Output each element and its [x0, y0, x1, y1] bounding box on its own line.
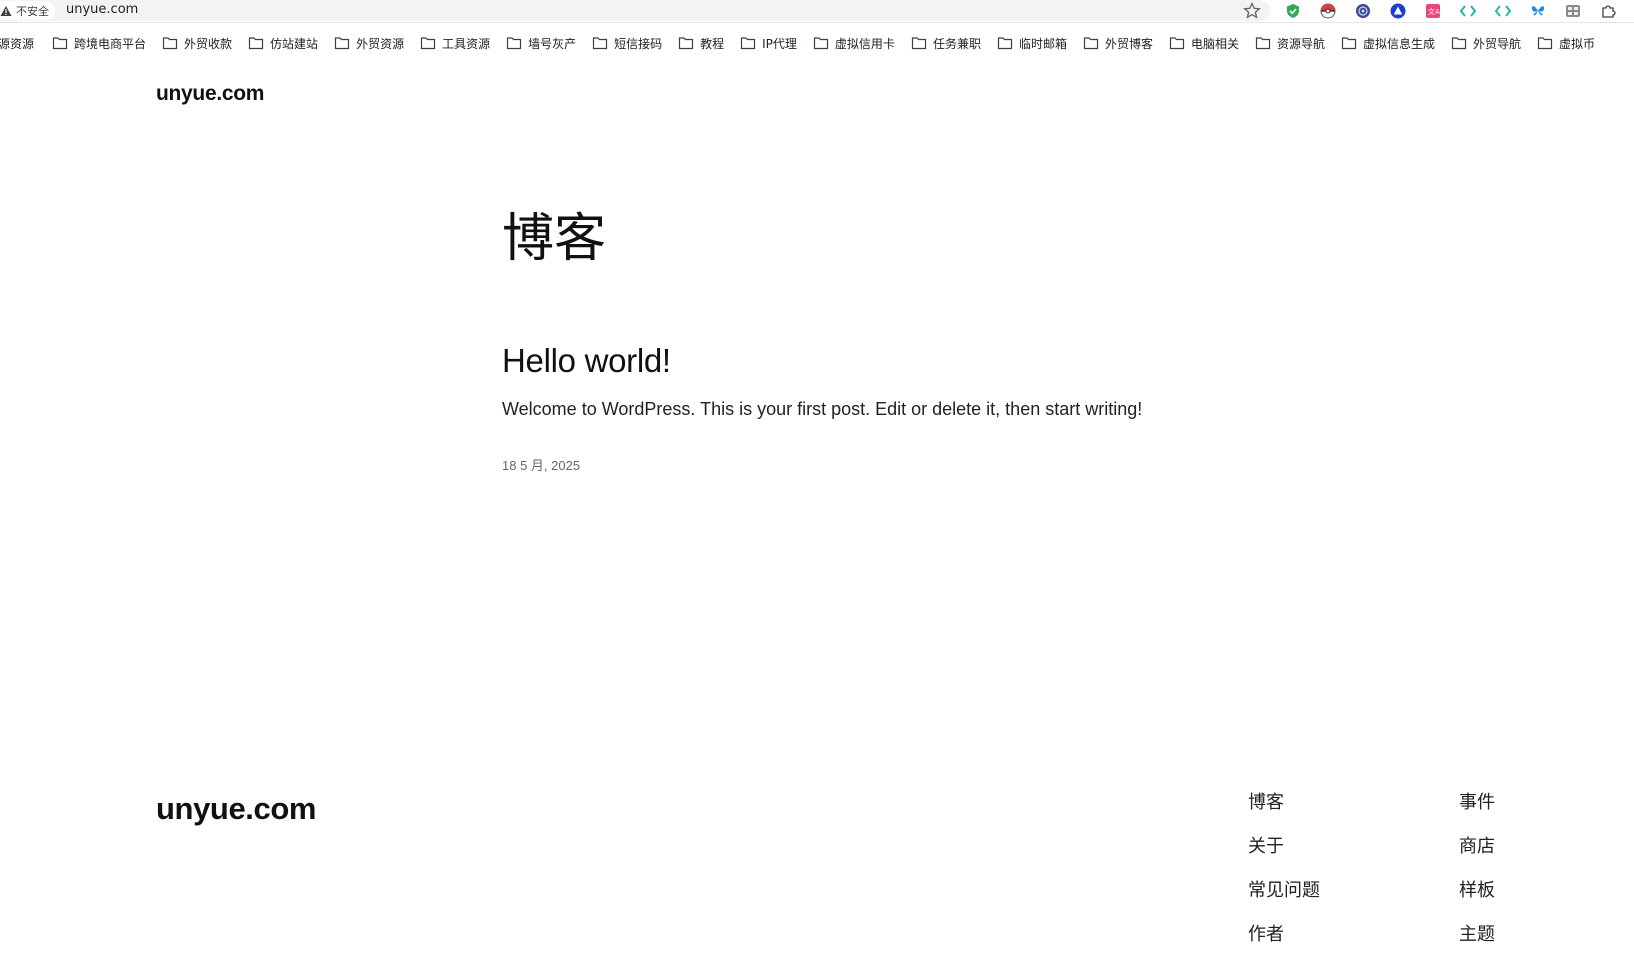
- site-title[interactable]: unyue.com: [156, 82, 264, 106]
- bookmark-label: 教程: [700, 36, 725, 51]
- bookmark-folder[interactable]: 工具资源: [420, 35, 490, 52]
- diamond-arrows-icon[interactable]: [1459, 2, 1477, 20]
- omnibox[interactable]: 不安全 unyue.com: [0, 0, 1270, 21]
- footer-link-events[interactable]: 事件: [1459, 792, 1495, 836]
- footer-link-themes[interactable]: 主题: [1459, 924, 1495, 968]
- footer-link-authors[interactable]: 作者: [1248, 924, 1320, 968]
- bookmark-folder[interactable]: 外贸收款: [162, 35, 232, 52]
- bookmark-folder[interactable]: 跨境电商平台: [52, 35, 146, 52]
- bookmark-label: 资源导航: [1277, 36, 1326, 51]
- extensions-bar: 文A: [1284, 0, 1634, 22]
- bookmark-folder[interactable]: 外贸导航: [1451, 35, 1521, 52]
- shield-check-icon[interactable]: [1284, 2, 1302, 20]
- bookmark-label: IP代理: [762, 36, 797, 51]
- bookmark-folder[interactable]: 虚拟信用卡: [813, 35, 895, 52]
- diamond-arrows-icon-2[interactable]: [1494, 2, 1512, 20]
- bookmark-label: 源资源: [0, 36, 35, 51]
- footer-link-about[interactable]: 关于: [1248, 836, 1320, 880]
- bookmark-folder[interactable]: 资源导航: [1255, 35, 1325, 52]
- butterfly-icon[interactable]: [1529, 2, 1547, 20]
- footer-link-faq[interactable]: 常见问题: [1248, 880, 1320, 924]
- post-title-link[interactable]: Hello world!: [502, 342, 671, 380]
- folder-icon: [334, 37, 350, 50]
- folder-icon: [52, 37, 68, 50]
- bookmark-folder[interactable]: 源资源: [0, 35, 34, 52]
- bookmark-folder[interactable]: 仿站建站: [248, 35, 318, 52]
- folder-icon: [1537, 37, 1553, 50]
- warning-icon: [0, 5, 12, 16]
- bookmark-label: 外贸收款: [184, 36, 233, 51]
- bookmark-label: 虚拟信用卡: [834, 36, 895, 51]
- bookmark-label: 外贸资源: [356, 36, 405, 51]
- folder-icon: [162, 37, 178, 50]
- folder-icon: [1451, 37, 1467, 50]
- globe-badge-icon[interactable]: [1354, 2, 1372, 20]
- folder-icon: [997, 37, 1013, 50]
- post-excerpt: Welcome to WordPress. This is your first…: [502, 399, 1143, 419]
- footer-link-blog[interactable]: 博客: [1248, 792, 1320, 836]
- folder-icon: [506, 37, 522, 50]
- page-title: 博客: [502, 209, 607, 269]
- folder-icon: [1169, 37, 1185, 50]
- bookmark-label: 外贸导航: [1473, 36, 1522, 51]
- footer-link-patterns[interactable]: 样板: [1459, 880, 1495, 924]
- security-chip[interactable]: 不安全: [0, 1, 55, 20]
- pokeball-icon[interactable]: [1319, 2, 1337, 20]
- folder-icon: [911, 37, 927, 50]
- post-date: 18 5 月, 2025: [502, 458, 581, 473]
- bookmark-folder[interactable]: 任务兼职: [911, 35, 981, 52]
- bookmark-label: 短信接码: [614, 36, 663, 51]
- folder-icon: [1083, 37, 1099, 50]
- bookmark-folder[interactable]: 教程: [678, 35, 724, 52]
- folder-icon: [248, 37, 264, 50]
- bookmark-label: 任务兼职: [932, 36, 981, 51]
- bookmark-folder[interactable]: 墙号灰产: [506, 35, 576, 52]
- bookmark-label: 临时邮箱: [1018, 36, 1067, 51]
- bookmark-label: 跨境电商平台: [74, 36, 147, 51]
- folder-icon: [1341, 37, 1357, 50]
- folder-icon: [1255, 37, 1271, 50]
- bookmark-label: 外贸博客: [1104, 36, 1153, 51]
- bookmark-folder[interactable]: 临时邮箱: [997, 35, 1067, 52]
- bookmark-label: 墙号灰产: [528, 36, 577, 51]
- folder-icon: [593, 37, 608, 50]
- url-text[interactable]: unyue.com: [66, 2, 138, 17]
- translate-icon[interactable]: 文A: [1424, 2, 1442, 20]
- bookmark-label: 电脑相关: [1190, 36, 1239, 51]
- folder-icon: [741, 37, 756, 50]
- bookmark-folder[interactable]: 外贸资源: [334, 35, 404, 52]
- grid-app-icon[interactable]: [1564, 2, 1582, 20]
- folder-icon: [813, 37, 829, 50]
- bookmark-folder[interactable]: 外贸博客: [1083, 35, 1153, 52]
- folder-icon: [420, 37, 436, 50]
- bookmark-folder[interactable]: 虚拟信息生成: [1341, 35, 1435, 52]
- bookmark-star-icon[interactable]: [1242, 1, 1262, 21]
- footer-site-title[interactable]: unyue.com: [156, 791, 316, 827]
- browser-address-bar: 不安全 unyue.com 文A: [0, 0, 1634, 23]
- bookmarks-bar: 源资源 跨境电商平台 外贸收款 仿站建站 外贸资源 工具资源 墙号灰产 短信接码 教程 IP代理 虚…: [0, 30, 1634, 56]
- security-label: 不安全: [16, 4, 49, 18]
- bookmark-label: 虚拟信息生成: [1363, 36, 1436, 51]
- bookmark-label: 虚拟币: [1559, 36, 1596, 51]
- footer-nav-column-2: 事件 商店 样板 主题: [1459, 792, 1495, 968]
- bookmark-label: 工具资源: [442, 36, 491, 51]
- svg-text:文A: 文A: [1428, 7, 1440, 16]
- bookmark-label: 仿站建站: [270, 36, 319, 51]
- triangle-logo-icon[interactable]: [1389, 2, 1407, 20]
- folder-icon: [679, 37, 694, 50]
- footer-nav-column-1: 博客 关于 常见问题 作者: [1248, 792, 1320, 968]
- bookmark-folder[interactable]: 虚拟币: [1537, 35, 1595, 52]
- puzzle-icon[interactable]: [1599, 2, 1617, 20]
- bookmark-folder[interactable]: IP代理: [740, 35, 797, 52]
- bookmark-folder[interactable]: 短信接码: [592, 35, 662, 52]
- footer-link-shop[interactable]: 商店: [1459, 836, 1495, 880]
- bookmark-folder[interactable]: 电脑相关: [1169, 35, 1239, 52]
